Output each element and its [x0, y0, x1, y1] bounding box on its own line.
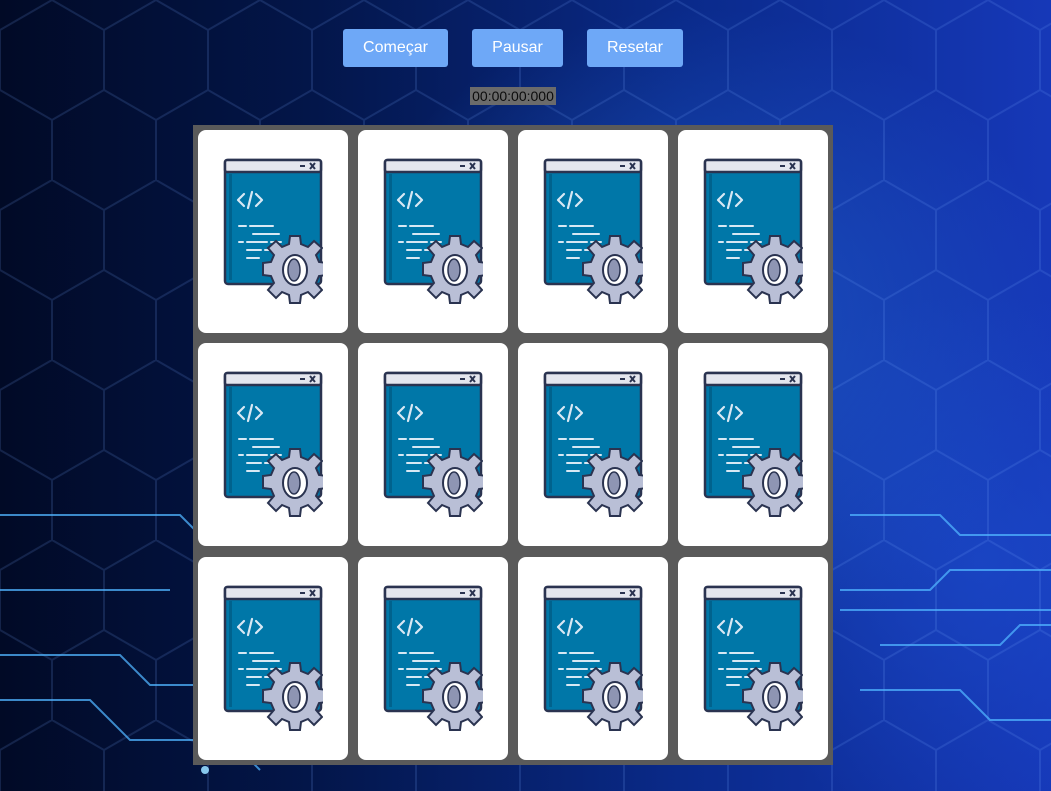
code-window-gear-icon — [703, 371, 803, 517]
memory-card[interactable] — [518, 343, 668, 546]
memory-card[interactable] — [198, 130, 348, 333]
code-window-gear-icon — [223, 585, 323, 731]
code-window-gear-icon — [543, 371, 643, 517]
code-window-gear-icon — [223, 371, 323, 517]
reset-button[interactable]: Resetar — [587, 29, 683, 67]
memory-card[interactable] — [518, 130, 668, 333]
code-window-gear-icon — [383, 158, 483, 304]
code-window-gear-icon — [223, 158, 323, 304]
code-window-gear-icon — [383, 585, 483, 731]
memory-card[interactable] — [678, 343, 828, 546]
game-controls: Começar Pausar Resetar — [0, 29, 1051, 67]
code-window-gear-icon — [703, 585, 803, 731]
memory-card[interactable] — [198, 557, 348, 760]
memory-card[interactable] — [358, 557, 508, 760]
memory-card[interactable] — [518, 557, 668, 760]
memory-card[interactable] — [358, 130, 508, 333]
memory-card[interactable] — [358, 343, 508, 546]
memory-card[interactable] — [678, 130, 828, 333]
memory-card[interactable] — [198, 343, 348, 546]
code-window-gear-icon — [383, 371, 483, 517]
memory-board — [193, 125, 833, 765]
code-window-gear-icon — [703, 158, 803, 304]
code-window-gear-icon — [543, 585, 643, 731]
pause-button[interactable]: Pausar — [472, 29, 563, 67]
timer-display: 00:00:00:000 — [470, 87, 556, 105]
memory-card[interactable] — [678, 557, 828, 760]
code-window-gear-icon — [543, 158, 643, 304]
start-button[interactable]: Começar — [343, 29, 448, 67]
